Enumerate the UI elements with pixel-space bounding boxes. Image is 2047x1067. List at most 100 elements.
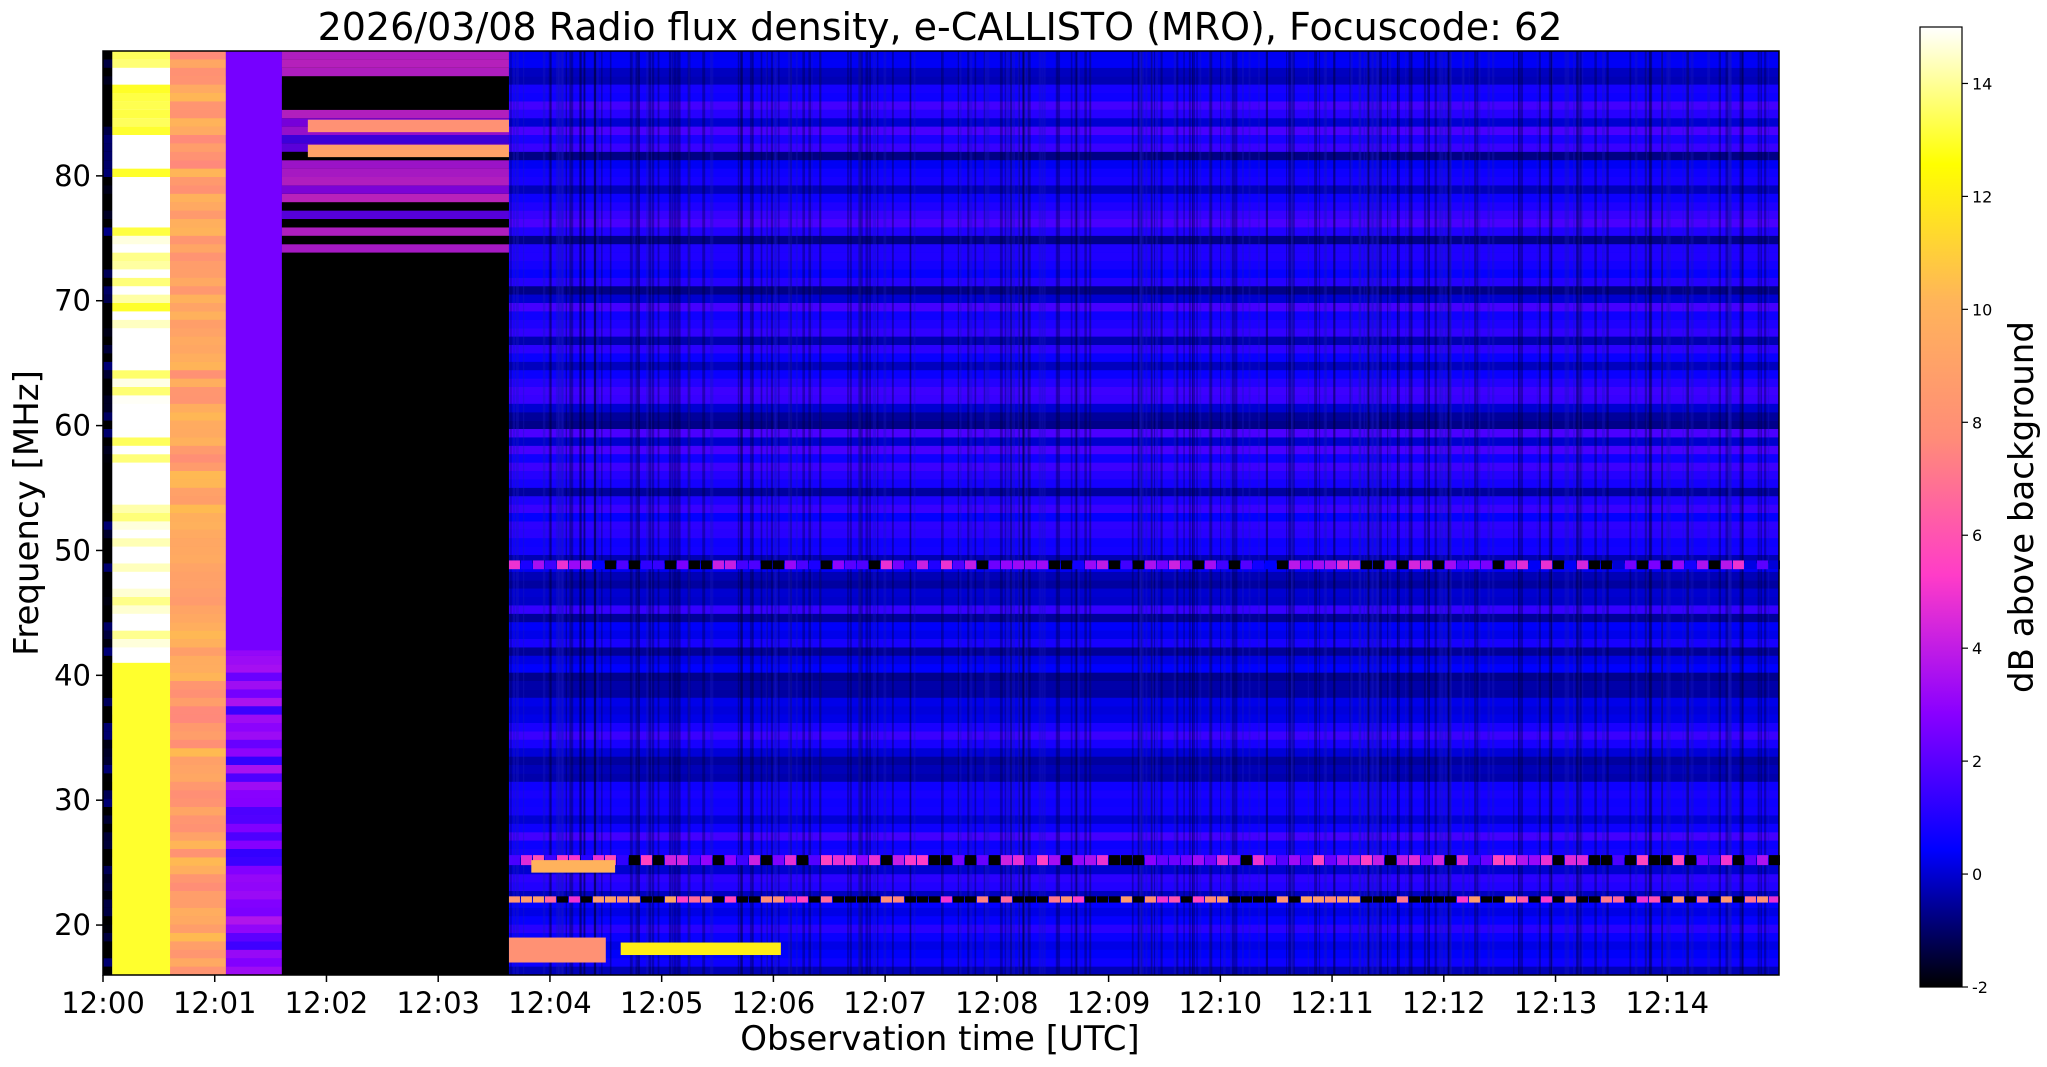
x-tick-label: 12:12 xyxy=(1402,986,1486,1020)
band-row xyxy=(170,219,226,228)
band-row xyxy=(170,504,226,513)
feature-pulse xyxy=(820,560,832,570)
feature-pulse xyxy=(988,560,1000,570)
feature-pulse xyxy=(1408,896,1420,903)
feature-pulse xyxy=(652,896,664,903)
band-row xyxy=(103,555,113,564)
streak xyxy=(1196,51,1198,975)
band-row xyxy=(170,781,226,791)
band-row xyxy=(170,244,226,253)
band-row xyxy=(103,303,113,312)
band-row xyxy=(225,714,282,723)
band-row xyxy=(508,840,1779,849)
band-row xyxy=(103,571,113,581)
streak xyxy=(1386,51,1389,975)
feature-pulse xyxy=(1492,855,1504,866)
feature-pulse xyxy=(1336,896,1348,903)
band-row xyxy=(112,277,171,287)
band-row xyxy=(103,336,113,345)
colorbar-tick-label: 4 xyxy=(1972,639,1982,658)
feature-pulse xyxy=(1480,560,1492,570)
feature-pulse xyxy=(1420,855,1432,866)
band-row xyxy=(170,420,226,429)
band-row xyxy=(508,227,1779,236)
band-row xyxy=(225,739,282,749)
band-row xyxy=(225,773,282,782)
band-row xyxy=(112,235,171,245)
band-row xyxy=(225,664,282,673)
feature-pulse xyxy=(1192,855,1204,866)
band-row xyxy=(103,93,113,102)
band-row xyxy=(103,445,113,455)
feature-pulse xyxy=(1024,855,1036,866)
feature-pulse xyxy=(1012,560,1024,570)
feature-pulse xyxy=(1000,855,1012,866)
x-tick-label: 12:08 xyxy=(955,986,1039,1020)
band-row xyxy=(170,748,226,757)
streak xyxy=(1370,51,1374,975)
streak xyxy=(1258,51,1260,975)
band-row xyxy=(103,328,113,337)
band-row xyxy=(103,798,113,807)
band-row xyxy=(281,235,509,245)
feature-pulse xyxy=(1252,560,1264,570)
band-row xyxy=(170,723,226,732)
band-row xyxy=(281,202,509,211)
streak xyxy=(1005,51,1009,975)
band-row xyxy=(103,219,113,228)
streak xyxy=(1573,51,1575,975)
streak xyxy=(1576,51,1579,975)
band-row xyxy=(225,949,282,959)
streak xyxy=(1566,51,1570,975)
feature-pulse xyxy=(712,855,724,866)
x-axis: 12:00 12:01 12:02 12:03 12:04 12:05 12:06 12:07… xyxy=(61,975,1709,1020)
streak xyxy=(1077,51,1080,975)
band-row xyxy=(508,865,1779,875)
feature-pulse xyxy=(760,896,772,903)
band-row xyxy=(103,118,113,127)
feature-pulse xyxy=(616,855,628,866)
band-row xyxy=(508,790,1779,799)
band-row xyxy=(225,706,282,715)
streak xyxy=(858,51,862,975)
band-row xyxy=(281,84,509,93)
feature-pulse xyxy=(1012,855,1024,866)
band-row xyxy=(170,311,226,320)
band-row xyxy=(170,227,226,236)
streak xyxy=(999,51,1003,975)
feature-pulse xyxy=(1612,896,1624,903)
band-row xyxy=(112,345,171,354)
streak xyxy=(1027,51,1031,975)
feature-pulse xyxy=(1456,560,1468,570)
band-row xyxy=(170,403,226,413)
feature-pulse xyxy=(1504,896,1516,903)
streak xyxy=(1145,51,1148,975)
x-tick-label: 12:09 xyxy=(1067,986,1151,1020)
streak xyxy=(849,51,852,975)
band-row xyxy=(508,84,1779,93)
streak xyxy=(1150,51,1153,975)
feature-pulse xyxy=(1048,560,1060,570)
band-row xyxy=(508,210,1779,219)
feature-pulse xyxy=(1240,896,1252,903)
band-row xyxy=(103,429,113,438)
band-row xyxy=(508,958,1779,967)
feature-pulse xyxy=(1528,855,1540,866)
feature-pulse xyxy=(1720,560,1732,570)
feature-pulse xyxy=(880,855,892,866)
band-row xyxy=(112,76,171,85)
band-row xyxy=(508,160,1779,169)
streak xyxy=(1288,51,1290,975)
band-row xyxy=(112,118,171,127)
feature-pulse xyxy=(700,855,712,866)
band-row xyxy=(508,59,1779,68)
feature-pulse xyxy=(1216,855,1228,866)
feature-pulse xyxy=(1468,560,1480,570)
feature-pulse xyxy=(1336,855,1348,866)
feature-pulse xyxy=(1576,855,1588,866)
streak xyxy=(1397,51,1400,975)
streak xyxy=(808,51,812,975)
band-row xyxy=(508,454,1779,463)
band-row xyxy=(508,487,1779,497)
feature-pulse xyxy=(796,896,808,903)
